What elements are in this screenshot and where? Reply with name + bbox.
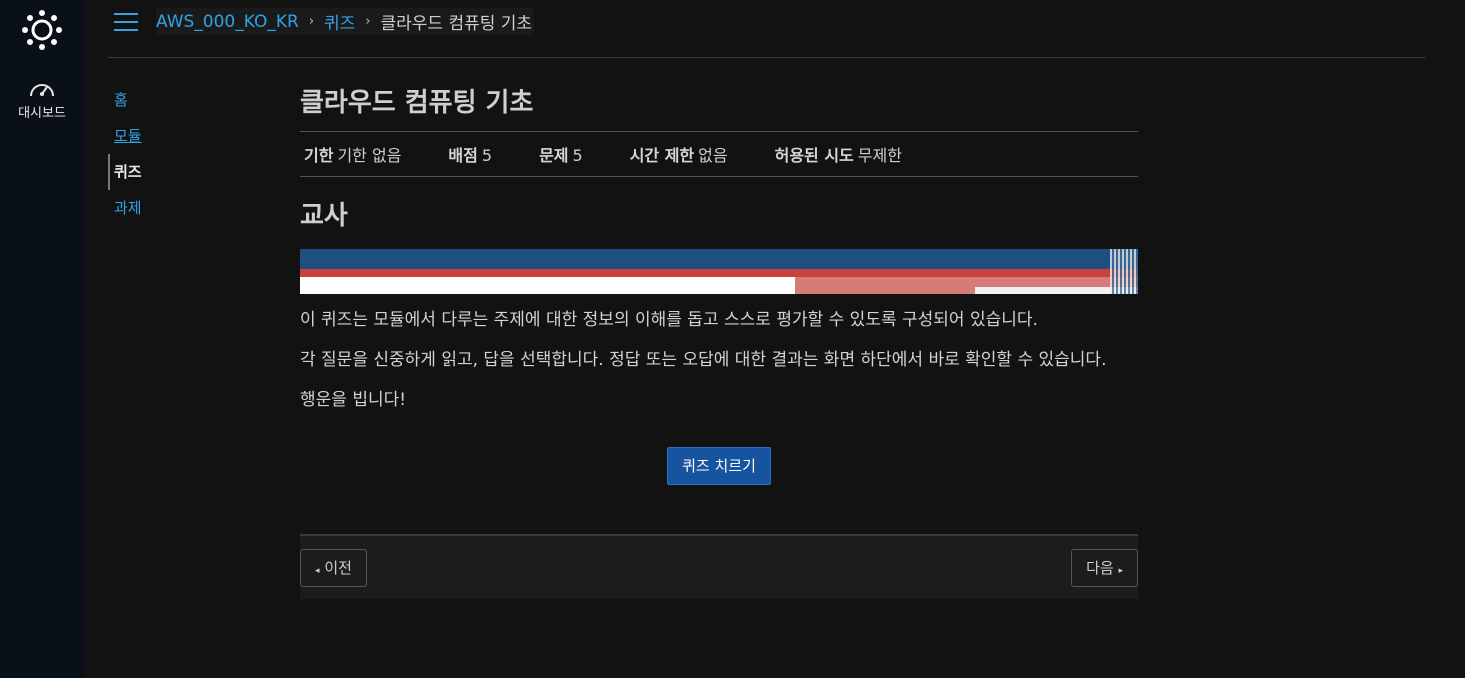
breadcrumb-course-link[interactable]: AWS_000_KO_KR [156,12,299,32]
previous-button[interactable]: ◂ 이전 [300,549,367,587]
breadcrumb-current: 클라우드 컴퓨팅 기초 [380,14,533,34]
previous-label: 이전 [324,559,352,577]
instruction-paragraph: 행운을 빕니다! [300,390,407,410]
quiz-meta-attempts: 허용된 시도 무제한 [774,146,902,165]
course-nav: 홈 모듈 퀴즈 과제 [108,82,268,226]
dashboard-nav-item[interactable]: 대시보드 [0,78,84,121]
dashboard-label: 대시보드 [18,106,66,121]
quiz-meta-points: 배점 5 [448,146,493,165]
course-nav-home[interactable]: 홈 [108,82,268,118]
caret-right-icon: ▸ [1118,566,1123,576]
top-bar: AWS_000_KO_KR › 퀴즈 › 클라우드 컴퓨팅 기초 [108,0,1426,58]
caret-left-icon: ◂ [315,566,320,576]
take-quiz-button[interactable]: 퀴즈 치르기 [667,447,771,485]
quiz-meta: 기한 기한 없음 배점 5 문제 5 시간 제한 없음 허용된 시도 무제한 [300,131,1138,177]
module-sequence-footer: ◂ 이전 다음 ▸ [300,534,1138,599]
global-nav: 대시보드 [0,0,84,678]
chevron-right-icon: › [308,14,315,29]
course-nav-quizzes[interactable]: 퀴즈 [108,154,268,190]
banner-image [300,249,1138,294]
take-quiz-wrapper: 퀴즈 치르기 [300,447,1138,485]
instruction-paragraph: 이 퀴즈는 모듈에서 다루는 주제에 대한 정보의 이해를 돕고 스스로 평가할… [300,310,1038,330]
canvas-logo-icon[interactable] [20,8,64,52]
page-title: 클라우드 컴퓨팅 기초 [300,88,534,118]
section-heading: 교사 [300,201,348,231]
breadcrumb-quizzes-link[interactable]: 퀴즈 [324,9,355,34]
course-nav-assignments[interactable]: 과제 [108,190,268,226]
quiz-meta-questions: 문제 5 [539,146,583,165]
breadcrumb: AWS_000_KO_KR › 퀴즈 › 클라우드 컴퓨팅 기초 [156,8,535,35]
instruction-paragraph: 각 질문을 신중하게 읽고, 답을 선택합니다. 정답 또는 오답에 대한 결과… [300,350,1107,370]
quiz-meta-due: 기한 기한 없음 [304,146,402,165]
dashboard-icon [30,84,54,97]
next-button[interactable]: 다음 ▸ [1071,549,1138,587]
hamburger-menu-icon[interactable] [114,13,138,33]
quiz-meta-time-limit: 시간 제한 없음 [629,146,728,165]
next-label: 다음 [1086,559,1114,577]
chevron-right-icon: › [365,14,371,29]
course-nav-modules[interactable]: 모듈 [108,118,268,154]
quiz-content: 클라우드 컴퓨팅 기초 기한 기한 없음 배점 5 문제 5 시간 제한 없음 허용된 … [300,85,1138,485]
